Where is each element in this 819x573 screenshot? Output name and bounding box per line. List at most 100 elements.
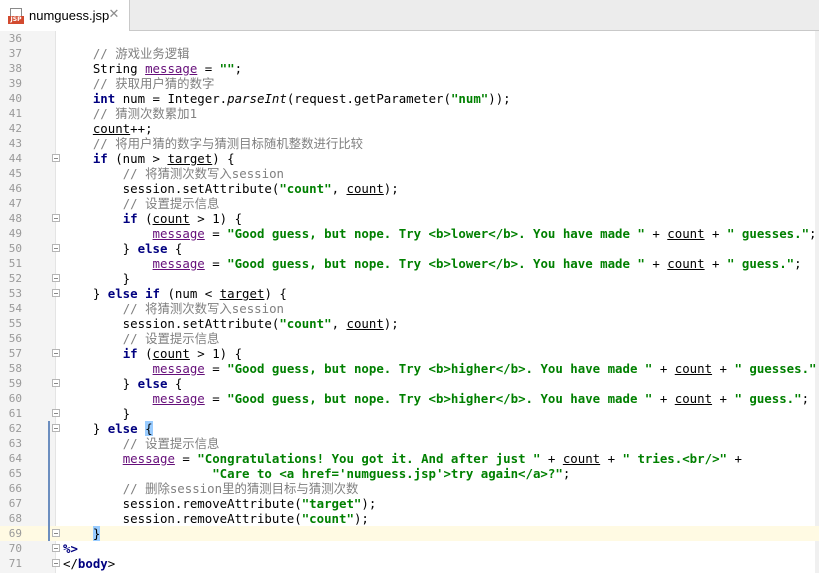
code-text: message = "Good guess, but nope. Try <b>… (63, 361, 819, 376)
code-token: " guess." (734, 391, 802, 406)
code-token: "num" (450, 91, 489, 106)
code-line[interactable]: 43 // 将用户猜的数字与猜测目标随机整数进行比较 (0, 136, 819, 151)
fold-icon[interactable] (52, 214, 60, 222)
code-text: count++; (63, 121, 153, 136)
code-line[interactable]: 46 session.setAttribute("count", count); (0, 181, 819, 196)
code-token: ); (383, 181, 399, 196)
line-number: 48 (8, 212, 22, 225)
code-line[interactable]: 37 // 游戏业务逻辑 (0, 46, 819, 61)
tab-title: numguess.jsp (29, 8, 110, 23)
fold-icon[interactable] (52, 424, 60, 432)
code-token: (num < (159, 286, 220, 301)
code-token: if (122, 346, 138, 361)
code-text: int num = Integer.parseInt(request.getPa… (63, 91, 511, 106)
code-line[interactable]: 60 message = "Good guess, but nope. Try … (0, 391, 819, 406)
code-token: session.removeAttribute( (63, 511, 302, 526)
code-token: target (219, 286, 265, 301)
code-line[interactable]: 62 } else { (0, 421, 819, 436)
tab-numguess-jsp[interactable]: JSP numguess.jsp ✕ (0, 0, 130, 31)
code-line[interactable]: 54 // 将猜测次数写入session (0, 301, 819, 316)
code-line[interactable]: 42 count++; (0, 121, 819, 136)
code-text: } else { (63, 241, 183, 256)
code-token: + (644, 226, 668, 241)
code-token: > 1) { (189, 211, 243, 226)
code-line[interactable]: 69 } (0, 526, 819, 541)
code-line[interactable]: 58 message = "Good guess, but nope. Try … (0, 361, 819, 376)
code-token: // 将猜测次数写入session (122, 301, 285, 316)
code-line[interactable]: 55 session.setAttribute("count", count); (0, 316, 819, 331)
fold-icon[interactable] (52, 154, 60, 162)
code-line[interactable]: 48 if (count > 1) { (0, 211, 819, 226)
line-number: 58 (8, 362, 22, 375)
code-line[interactable]: 51 message = "Good guess, but nope. Try … (0, 256, 819, 271)
code-line[interactable]: 63 // 设置提示信息 (0, 436, 819, 451)
close-icon[interactable]: ✕ (107, 8, 121, 22)
code-line[interactable]: 64 message = "Congratulations! You got i… (0, 451, 819, 466)
code-line[interactable]: 68 session.removeAttribute("count"); (0, 511, 819, 526)
code-line[interactable]: 59 } else { (0, 376, 819, 391)
code-token: + (704, 226, 727, 241)
code-token: ); (361, 496, 377, 511)
line-number: 44 (8, 152, 22, 165)
fold-icon[interactable] (52, 349, 60, 357)
fold-icon[interactable] (52, 289, 60, 297)
code-token: , (331, 316, 347, 331)
fold-icon[interactable] (52, 244, 60, 252)
code-token: count (667, 256, 705, 271)
fold-icon[interactable] (52, 544, 60, 552)
code-token: count (152, 346, 190, 361)
line-number: 55 (8, 317, 22, 330)
code-line[interactable]: 65 "Care to <a href='numguess.jsp'>try a… (0, 466, 819, 481)
code-line[interactable]: 70 %> (0, 541, 819, 556)
code-line[interactable]: 40 int num = Integer.parseInt(request.ge… (0, 91, 819, 106)
code-token: (request.getParameter( (286, 91, 451, 106)
code-editor[interactable]: 36 37 // 游戏业务逻辑 38 String message = ""; 39 … (0, 31, 819, 573)
fold-icon[interactable] (52, 274, 60, 282)
code-line[interactable]: 57 if (count > 1) { (0, 346, 819, 361)
fold-icon[interactable] (52, 529, 60, 537)
code-token: " tries.<br/>" (622, 451, 727, 466)
code-text: session.setAttribute("count", count); (63, 316, 399, 331)
code-line[interactable]: 39 // 获取用户猜的数字 (0, 76, 819, 91)
fold-icon[interactable] (52, 379, 60, 387)
code-line[interactable]: 66 // 删除session里的猜测目标与猜测次数 (0, 481, 819, 496)
fold-icon[interactable] (52, 559, 60, 567)
code-token: ); (353, 511, 369, 526)
code-line[interactable]: 49 message = "Good guess, but nope. Try … (0, 226, 819, 241)
line-number: 38 (8, 62, 22, 75)
code-line[interactable]: 38 String message = ""; (0, 61, 819, 76)
code-line[interactable]: 47 // 设置提示信息 (0, 196, 819, 211)
code-line[interactable]: 56 // 设置提示信息 (0, 331, 819, 346)
code-token: if (92, 151, 108, 166)
code-line[interactable]: 67 session.removeAttribute("target"); (0, 496, 819, 511)
code-token: = (204, 256, 228, 271)
code-line[interactable]: 45 // 将猜测次数写入session (0, 166, 819, 181)
code-line[interactable]: 41 // 猜测次数累加1 (0, 106, 819, 121)
code-token: = (204, 391, 228, 406)
code-line[interactable]: 61 } (0, 406, 819, 421)
code-line[interactable]: 71 </body> (0, 556, 819, 571)
code-line[interactable]: 44 if (num > target) { (0, 151, 819, 166)
line-number: 52 (8, 272, 22, 285)
code-text: // 设置提示信息 (63, 196, 220, 211)
code-token: count (674, 361, 713, 376)
code-text: // 设置提示信息 (63, 331, 220, 346)
code-token: } (92, 526, 101, 541)
code-line[interactable]: 52 } (0, 271, 819, 286)
fold-icon[interactable] (52, 409, 60, 417)
code-text: </body> (63, 556, 115, 571)
line-number: 43 (8, 137, 22, 150)
code-line[interactable]: 53 } else if (num < target) { (0, 286, 819, 301)
code-text: } else if (num < target) { (63, 286, 287, 301)
line-number: 67 (8, 497, 22, 510)
code-line[interactable]: 50 } else { (0, 241, 819, 256)
code-line[interactable]: 36 (0, 31, 819, 46)
